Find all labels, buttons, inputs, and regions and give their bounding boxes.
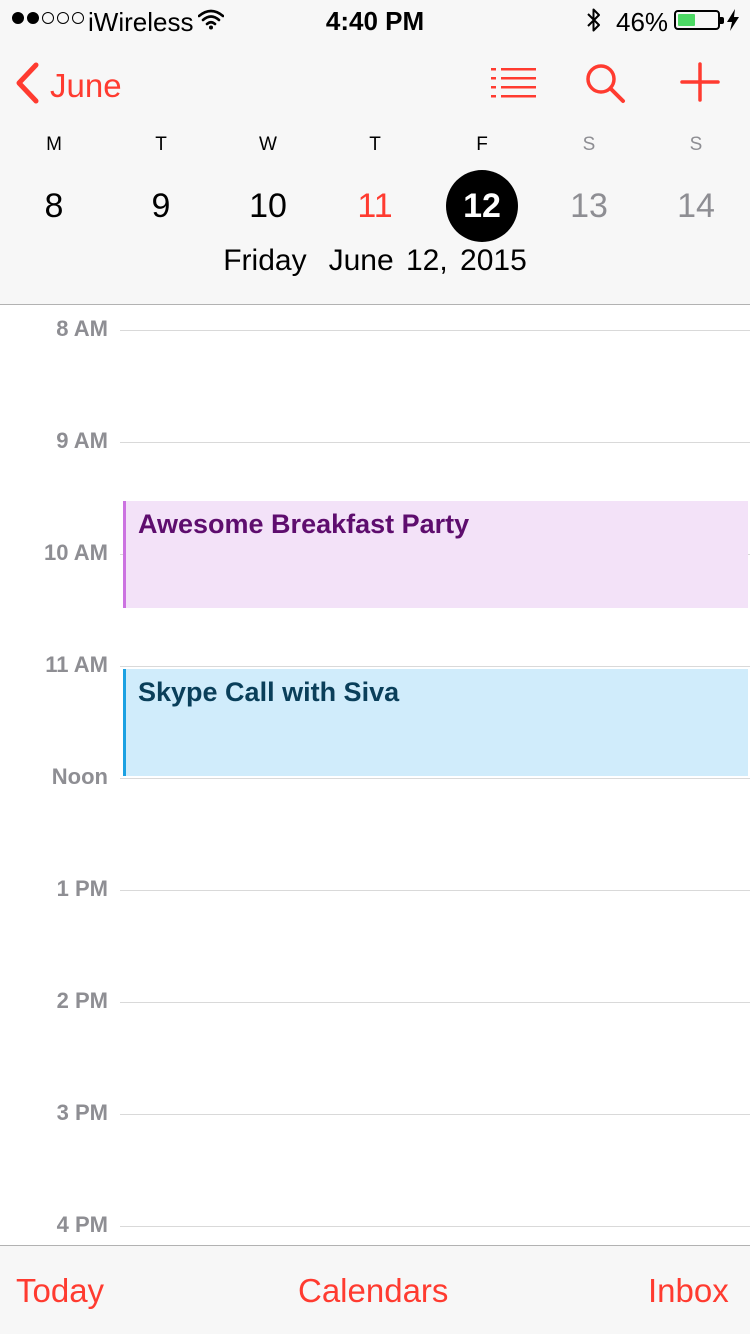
event-title: Awesome Breakfast Party (138, 509, 470, 539)
day-timeline[interactable]: 8 AM 9 AM 10 AM 11 AM Noon 1 PM 2 PM 3 P… (0, 306, 750, 1245)
day-8[interactable]: 8 (18, 170, 90, 242)
hour-label: 8 AM (56, 316, 108, 341)
back-to-month-button[interactable]: June (14, 62, 122, 109)
plus-icon[interactable] (680, 62, 720, 107)
chevron-left-icon (14, 62, 40, 109)
hour-row: 1 PM (0, 876, 750, 901)
day-13[interactable]: 13 (553, 170, 625, 242)
weekday-label: S (582, 134, 596, 155)
selected-date-title: Friday June 12, 2015 (0, 244, 750, 278)
hour-label: Noon (51, 764, 108, 789)
event-awesome-breakfast-party[interactable]: Awesome Breakfast Party (123, 501, 748, 608)
weekday-label: F (476, 134, 488, 155)
inbox-button[interactable]: Inbox (648, 1272, 729, 1310)
day-14[interactable]: 14 (660, 170, 732, 242)
tab-bar: Today Calendars Inbox (0, 1245, 750, 1334)
hour-row: 2 PM (0, 988, 750, 1013)
charging-bolt-icon (726, 8, 740, 37)
day-10[interactable]: 10 (232, 170, 304, 242)
day-11-today[interactable]: 11 (339, 170, 411, 242)
hour-row: 9 AM (0, 428, 750, 453)
selected-weekday: Friday (223, 244, 307, 277)
status-bar: iWireless 4:40 PM 46% (0, 0, 750, 40)
hour-label: 2 PM (56, 988, 108, 1013)
selected-date: June 12, 2015 (328, 244, 527, 277)
weekday-label: S (689, 134, 703, 155)
weekday-label: T (369, 134, 381, 155)
hour-row: 3 PM (0, 1100, 750, 1125)
day-12-selected[interactable]: 12 (446, 170, 518, 242)
list-icon[interactable] (490, 66, 538, 105)
calendars-button[interactable]: Calendars (298, 1272, 448, 1310)
hour-label: 1 PM (56, 876, 108, 901)
hour-label: 3 PM (56, 1100, 108, 1125)
event-skype-call-with-siva[interactable]: Skype Call with Siva (123, 669, 748, 776)
weekday-label: W (259, 134, 277, 155)
battery-percent: 46% (616, 7, 669, 37)
event-title: Skype Call with Siva (138, 677, 400, 707)
today-button[interactable]: Today (16, 1272, 104, 1310)
hour-row: 8 AM (0, 316, 750, 341)
battery-icon (674, 10, 724, 30)
day-9[interactable]: 9 (125, 170, 197, 242)
hour-label: 10 AM (44, 540, 108, 565)
bluetooth-icon (586, 6, 602, 39)
search-icon[interactable] (584, 62, 626, 109)
hour-row: 4 PM (0, 1212, 750, 1237)
weekday-label: M (46, 134, 62, 155)
hour-row: Noon (0, 764, 750, 789)
calendar-header: June M T W T F S S 8 9 10 11 12 13 14 Fr… (0, 40, 750, 305)
hour-label: 9 AM (56, 428, 108, 453)
hour-label: 11 AM (45, 652, 108, 677)
hour-row: 11 AM (0, 652, 750, 677)
hour-label: 4 PM (56, 1212, 108, 1237)
weekday-label: T (155, 134, 167, 155)
back-label: June (50, 66, 122, 104)
